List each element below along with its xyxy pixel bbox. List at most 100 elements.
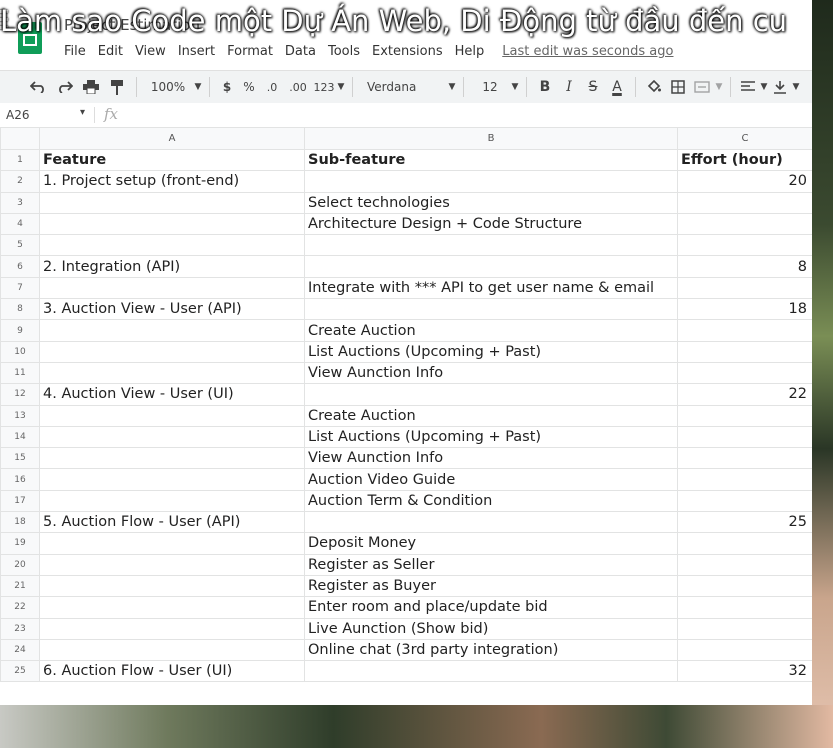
last-edit-link[interactable]: Last edit was seconds ago	[502, 44, 673, 59]
cell-sub-feature[interactable]: Register as Buyer	[304, 574, 678, 598]
row-number[interactable]: 10	[0, 340, 40, 363]
row-number[interactable]: 24	[0, 638, 40, 662]
row-number[interactable]: 11	[0, 361, 40, 385]
menu-help[interactable]: Help	[455, 44, 485, 59]
row-number[interactable]: 12	[0, 383, 40, 406]
menu-tools[interactable]: Tools	[328, 44, 360, 59]
cell-sub-feature[interactable]	[304, 660, 678, 683]
text-color-button[interactable]: A	[605, 75, 629, 99]
column-header-a[interactable]: A	[39, 127, 305, 150]
row-number[interactable]: 5	[0, 234, 40, 257]
cell-effort[interactable]	[677, 553, 812, 576]
cell-feature[interactable]: 1. Project setup (front-end)	[39, 170, 305, 193]
cell-feature[interactable]: 5. Auction Flow - User (API)	[39, 511, 305, 534]
row-number[interactable]: 4	[0, 212, 40, 236]
menu-edit[interactable]: Edit	[98, 44, 123, 59]
cell-sub-feature[interactable]	[304, 255, 678, 278]
horizontal-align-icon[interactable]	[737, 75, 759, 99]
chevron-down-icon[interactable]: ▼	[759, 75, 769, 99]
row-number[interactable]: 15	[0, 447, 40, 470]
cell-sub-feature[interactable]	[304, 234, 678, 257]
cell-feature[interactable]	[39, 532, 305, 555]
cell-effort[interactable]	[677, 617, 812, 640]
cell-effort[interactable]	[677, 319, 812, 342]
print-icon[interactable]	[78, 75, 104, 99]
paint-format-icon[interactable]	[104, 75, 130, 99]
cell-feature[interactable]	[39, 191, 305, 214]
cell-effort[interactable]	[677, 276, 812, 300]
row-number[interactable]: 25	[0, 660, 40, 683]
chevron-down-icon[interactable]: ▼	[510, 75, 520, 99]
cell-effort[interactable]	[677, 404, 812, 427]
menu-data[interactable]: Data	[285, 44, 316, 59]
cell-sub-feature[interactable]: List Auctions (Upcoming + Past)	[304, 340, 678, 363]
cell-feature[interactable]	[39, 361, 305, 385]
fill-color-icon[interactable]	[642, 75, 666, 99]
cell-feature[interactable]	[39, 638, 305, 662]
cell-effort[interactable]	[677, 340, 812, 363]
cell-sub-feature[interactable]: View Aunction Info	[304, 447, 678, 470]
cell-sub-feature[interactable]: Register as Seller	[304, 553, 678, 576]
cell-effort[interactable]: 32	[677, 660, 812, 683]
cell-sub-feature[interactable]	[304, 383, 678, 406]
chevron-down-icon[interactable]: ▼	[447, 75, 457, 99]
strikethrough-button[interactable]: S	[581, 75, 605, 99]
cell-sub-feature[interactable]: Auction Term & Condition	[304, 489, 678, 513]
row-number[interactable]: 9	[0, 319, 40, 342]
chevron-down-icon[interactable]: ▼	[336, 75, 346, 99]
menu-file[interactable]: File	[64, 44, 86, 59]
bold-button[interactable]: B	[533, 75, 557, 99]
column-header-b[interactable]: B	[304, 127, 678, 150]
row-number[interactable]: 21	[0, 574, 40, 598]
cell-effort[interactable]	[677, 574, 812, 598]
cell-sub-feature[interactable]: Create Auction	[304, 319, 678, 342]
italic-button[interactable]: I	[557, 75, 581, 99]
row-number[interactable]: 6	[0, 255, 40, 278]
cell-sub-feature[interactable]: Sub-feature	[304, 148, 678, 172]
cell-effort[interactable]	[677, 489, 812, 513]
cell-effort[interactable]	[677, 468, 812, 491]
cell-feature[interactable]	[39, 447, 305, 470]
cell-effort[interactable]	[677, 532, 812, 555]
name-box[interactable]: A26	[6, 108, 29, 122]
font-size-select[interactable]: 12	[470, 75, 510, 99]
row-number[interactable]: 14	[0, 425, 40, 449]
cell-feature[interactable]	[39, 574, 305, 598]
cell-sub-feature[interactable]: Create Auction	[304, 404, 678, 427]
row-number[interactable]: 13	[0, 404, 40, 427]
cell-sub-feature[interactable]: Architecture Design + Code Structure	[304, 212, 678, 236]
undo-icon[interactable]	[24, 75, 52, 99]
cell-feature[interactable]	[39, 468, 305, 491]
menu-extensions[interactable]: Extensions	[372, 44, 443, 59]
chevron-down-icon[interactable]: ▾	[80, 107, 85, 118]
zoom-select[interactable]: 100%	[143, 75, 193, 99]
increase-decimal-button[interactable]: .00	[284, 75, 312, 99]
cell-effort[interactable]	[677, 234, 812, 257]
cell-sub-feature[interactable]: Live Aunction (Show bid)	[304, 617, 678, 640]
row-number[interactable]: 16	[0, 468, 40, 491]
row-number[interactable]: 18	[0, 511, 40, 534]
cell-effort[interactable]: 22	[677, 383, 812, 406]
cell-effort[interactable]: 8	[677, 255, 812, 278]
cell-sub-feature[interactable]: Deposit Money	[304, 532, 678, 555]
row-number[interactable]: 20	[0, 553, 40, 576]
row-number[interactable]: 2	[0, 170, 40, 193]
cell-feature[interactable]	[39, 553, 305, 576]
row-number[interactable]: 19	[0, 532, 40, 555]
cell-sub-feature[interactable]: Online chat (3rd party integration)	[304, 638, 678, 662]
cell-sub-feature[interactable]: View Aunction Info	[304, 361, 678, 385]
row-number[interactable]: 17	[0, 489, 40, 513]
cell-feature[interactable]	[39, 489, 305, 513]
cell-effort[interactable]	[677, 361, 812, 385]
cell-feature[interactable]	[39, 596, 305, 619]
cell-effort[interactable]: 18	[677, 298, 812, 321]
more-formats-button[interactable]: 123	[312, 75, 336, 99]
cell-feature[interactable]: 4. Auction View - User (UI)	[39, 383, 305, 406]
row-number[interactable]: 7	[0, 276, 40, 300]
menu-format[interactable]: Format	[227, 44, 273, 59]
menu-insert[interactable]: Insert	[178, 44, 215, 59]
cell-effort[interactable]	[677, 596, 812, 619]
cell-feature[interactable]	[39, 617, 305, 640]
currency-format-button[interactable]: $	[216, 75, 238, 99]
redo-icon[interactable]	[52, 75, 78, 99]
